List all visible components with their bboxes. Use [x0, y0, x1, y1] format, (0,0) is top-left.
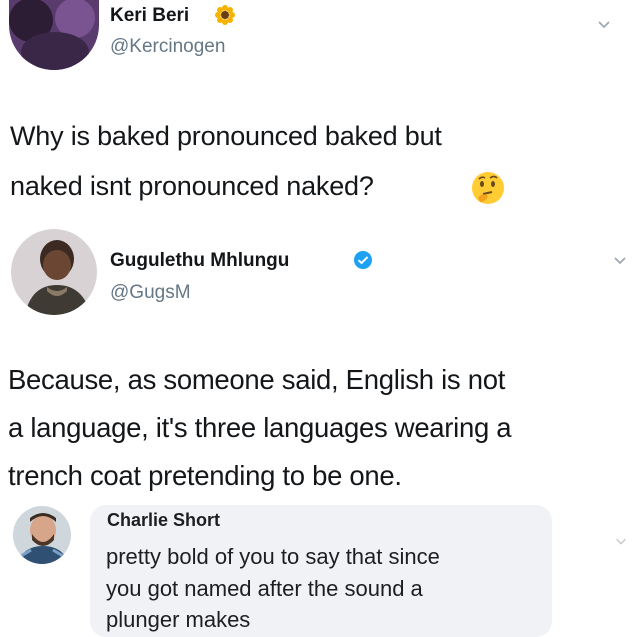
comment-text-line-3: plunger makes: [106, 607, 251, 632]
reply-text-line-1: Because, as someone said, English is not: [8, 364, 506, 395]
comment-text-line-1: pretty bold of you to say that since: [106, 544, 440, 569]
chevron-down-icon[interactable]: [614, 534, 628, 548]
tweet-text-line-2: naked isnt pronounced naked?: [10, 171, 374, 201]
author-handle[interactable]: @GugsM: [110, 282, 191, 304]
reply-text-line-3: trench coat pretending to be one.: [8, 460, 402, 491]
comment-text-line-2: you got named after the sound a: [106, 576, 423, 601]
comment-author-name[interactable]: Charlie Short: [107, 510, 220, 531]
sunflower-icon: [214, 4, 236, 26]
author-name[interactable]: Keri Beri: [110, 5, 189, 27]
avatar-keri-beri[interactable]: [9, 0, 99, 70]
chevron-down-icon[interactable]: [596, 16, 612, 32]
avatar-charlie-short[interactable]: [13, 506, 71, 564]
verified-badge-icon: [353, 250, 373, 270]
tweet-text-line-1: Why is baked pronounced baked but: [10, 121, 442, 151]
author-name[interactable]: Gugulethu Mhlungu: [110, 250, 289, 272]
thinking-face-icon: [470, 170, 506, 206]
reply-text-line-2: a language, it's three languages wearing…: [8, 412, 512, 443]
avatar-gugulethu[interactable]: [11, 229, 97, 315]
author-handle[interactable]: @Kercinogen: [110, 36, 225, 58]
chevron-down-icon[interactable]: [612, 252, 628, 268]
